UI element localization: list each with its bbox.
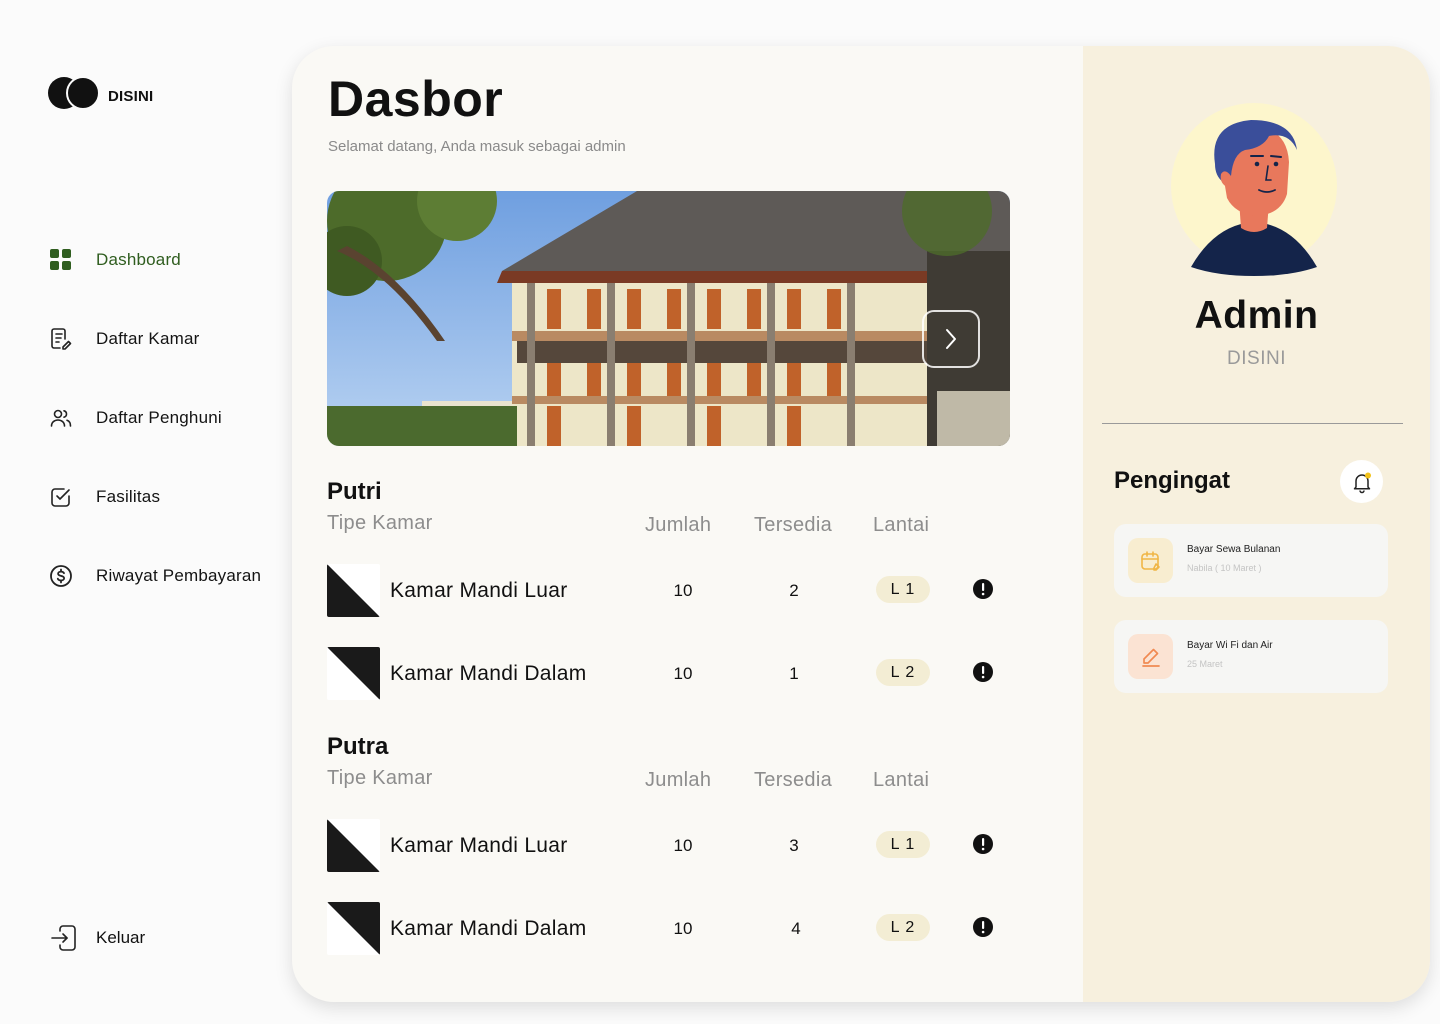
room-count: 10 — [673, 919, 693, 938]
page-title: Dasbor — [328, 71, 504, 127]
room-available: 3 — [789, 836, 799, 855]
logout-label: Keluar — [96, 928, 146, 947]
reminder-title: Bayar Wi Fi dan Air — [1187, 640, 1273, 651]
sidebar-item-riwayat-pembayaran[interactable]: Riwayat Pembayaran — [48, 561, 261, 591]
notification-bell-button[interactable] — [1340, 460, 1383, 503]
bell-icon — [1353, 472, 1371, 493]
sidebar-item-label: Dashboard — [96, 250, 181, 269]
alert-info-icon[interactable] — [972, 833, 994, 855]
logout-button[interactable]: Keluar — [48, 922, 145, 954]
room-count: 10 — [673, 664, 693, 683]
carousel-next-button[interactable] — [922, 310, 980, 368]
room-thumbnail — [327, 819, 380, 872]
reminder-subtitle: 25 Maret — [1187, 659, 1223, 669]
profile-name: Admin — [1194, 294, 1319, 337]
document-edit-icon — [48, 326, 74, 352]
room-count: 10 — [673, 836, 693, 855]
reminder-subtitle: Nabila ( 10 Maret ) — [1187, 563, 1262, 573]
room-type-name: Kamar Mandi Dalam — [390, 662, 587, 685]
reminder-title: Bayar Sewa Bulanan — [1187, 544, 1281, 555]
alert-info-icon[interactable] — [972, 661, 994, 683]
room-available: 1 — [789, 664, 799, 683]
column-header-count: Jumlah — [645, 514, 712, 536]
room-available: 4 — [791, 919, 801, 938]
room-section-putri: Putri Tipe Kamar Jumlah Tersedia Lantai … — [327, 478, 1007, 718]
dollar-circle-icon — [48, 563, 74, 589]
logo-mark-icon — [48, 76, 100, 110]
reminder-item[interactable]: Bayar Sewa Bulanan Nabila ( 10 Maret ) — [1114, 524, 1388, 597]
reminder-item[interactable]: Bayar Wi Fi dan Air 25 Maret — [1114, 620, 1388, 693]
brand-logo[interactable]: DISINI — [48, 76, 153, 110]
room-type-name: Kamar Mandi Dalam — [390, 917, 587, 940]
table-row[interactable]: Kamar Mandi Luar 10 3 L 1 — [327, 819, 1007, 873]
main-card: Dasbor Selamat datang, Anda masuk sebaga… — [292, 46, 1430, 1002]
check-square-icon — [48, 484, 74, 510]
column-header-available: Tersedia — [754, 769, 832, 791]
table-row[interactable]: Kamar Mandi Dalam 10 1 L 2 — [327, 647, 1007, 701]
floor-badge: L 1 — [876, 576, 930, 603]
room-section-putra: Putra Tipe Kamar Jumlah Tersedia Lantai … — [327, 733, 1007, 973]
column-header-count: Jumlah — [645, 769, 712, 791]
floor-badge: L 1 — [876, 831, 930, 858]
room-thumbnail — [327, 647, 380, 700]
profile-org: DISINI — [1227, 348, 1286, 369]
section-title: Putra — [327, 733, 389, 760]
sidebar-item-label: Daftar Kamar — [96, 329, 200, 348]
sidebar-nav: Dashboard Daftar Kamar Daftar Penghuni F… — [48, 245, 261, 640]
grid-icon — [48, 247, 74, 273]
section-title: Putri — [327, 478, 382, 505]
table-row[interactable]: Kamar Mandi Luar 10 2 L 1 — [327, 564, 1007, 618]
brand-name: DISINI — [108, 87, 154, 105]
sidebar-item-fasilitas[interactable]: Fasilitas — [48, 482, 261, 512]
sidebar-item-label: Riwayat Pembayaran — [96, 566, 262, 585]
page-subtitle: Selamat datang, Anda masuk sebagai admin — [328, 138, 626, 155]
room-type-name: Kamar Mandi Luar — [390, 834, 568, 857]
sidebar-item-label: Fasilitas — [96, 487, 161, 506]
sidebar-item-label: Daftar Penghuni — [96, 408, 222, 427]
logout-icon — [48, 922, 80, 954]
sidebar-item-daftar-penghuni[interactable]: Daftar Penghuni — [48, 403, 261, 433]
avatar[interactable] — [1171, 102, 1337, 276]
divider — [1102, 423, 1403, 424]
column-header-type: Tipe Kamar — [327, 512, 433, 534]
building-illustration — [327, 191, 1010, 446]
avatar-illustration — [1171, 103, 1337, 276]
pencil-icon — [1128, 634, 1173, 679]
room-thumbnail — [327, 902, 380, 955]
table-row[interactable]: Kamar Mandi Dalam 10 4 L 2 — [327, 902, 1007, 956]
sidebar-item-dashboard[interactable]: Dashboard — [48, 245, 261, 275]
column-header-type: Tipe Kamar — [327, 767, 433, 789]
column-header-floor: Lantai — [873, 769, 930, 791]
floor-badge: L 2 — [876, 914, 930, 941]
column-header-available: Tersedia — [754, 514, 832, 536]
room-count: 10 — [673, 581, 693, 600]
floor-badge: L 2 — [876, 659, 930, 686]
sidebar-item-daftar-kamar[interactable]: Daftar Kamar — [48, 324, 261, 354]
calendar-edit-icon — [1128, 538, 1173, 583]
column-header-floor: Lantai — [873, 514, 930, 536]
room-thumbnail — [327, 564, 380, 617]
reminders-title: Pengingat — [1114, 467, 1231, 494]
room-type-name: Kamar Mandi Luar — [390, 579, 568, 602]
chevron-right-icon — [946, 329, 956, 349]
alert-info-icon[interactable] — [972, 916, 994, 938]
room-available: 2 — [789, 581, 799, 600]
hero-image — [327, 191, 1010, 446]
alert-info-icon[interactable] — [972, 578, 994, 600]
profile-panel: Admin DISINI Pengingat Bayar Sewa Bulana… — [1083, 46, 1430, 1002]
users-icon — [48, 405, 74, 431]
